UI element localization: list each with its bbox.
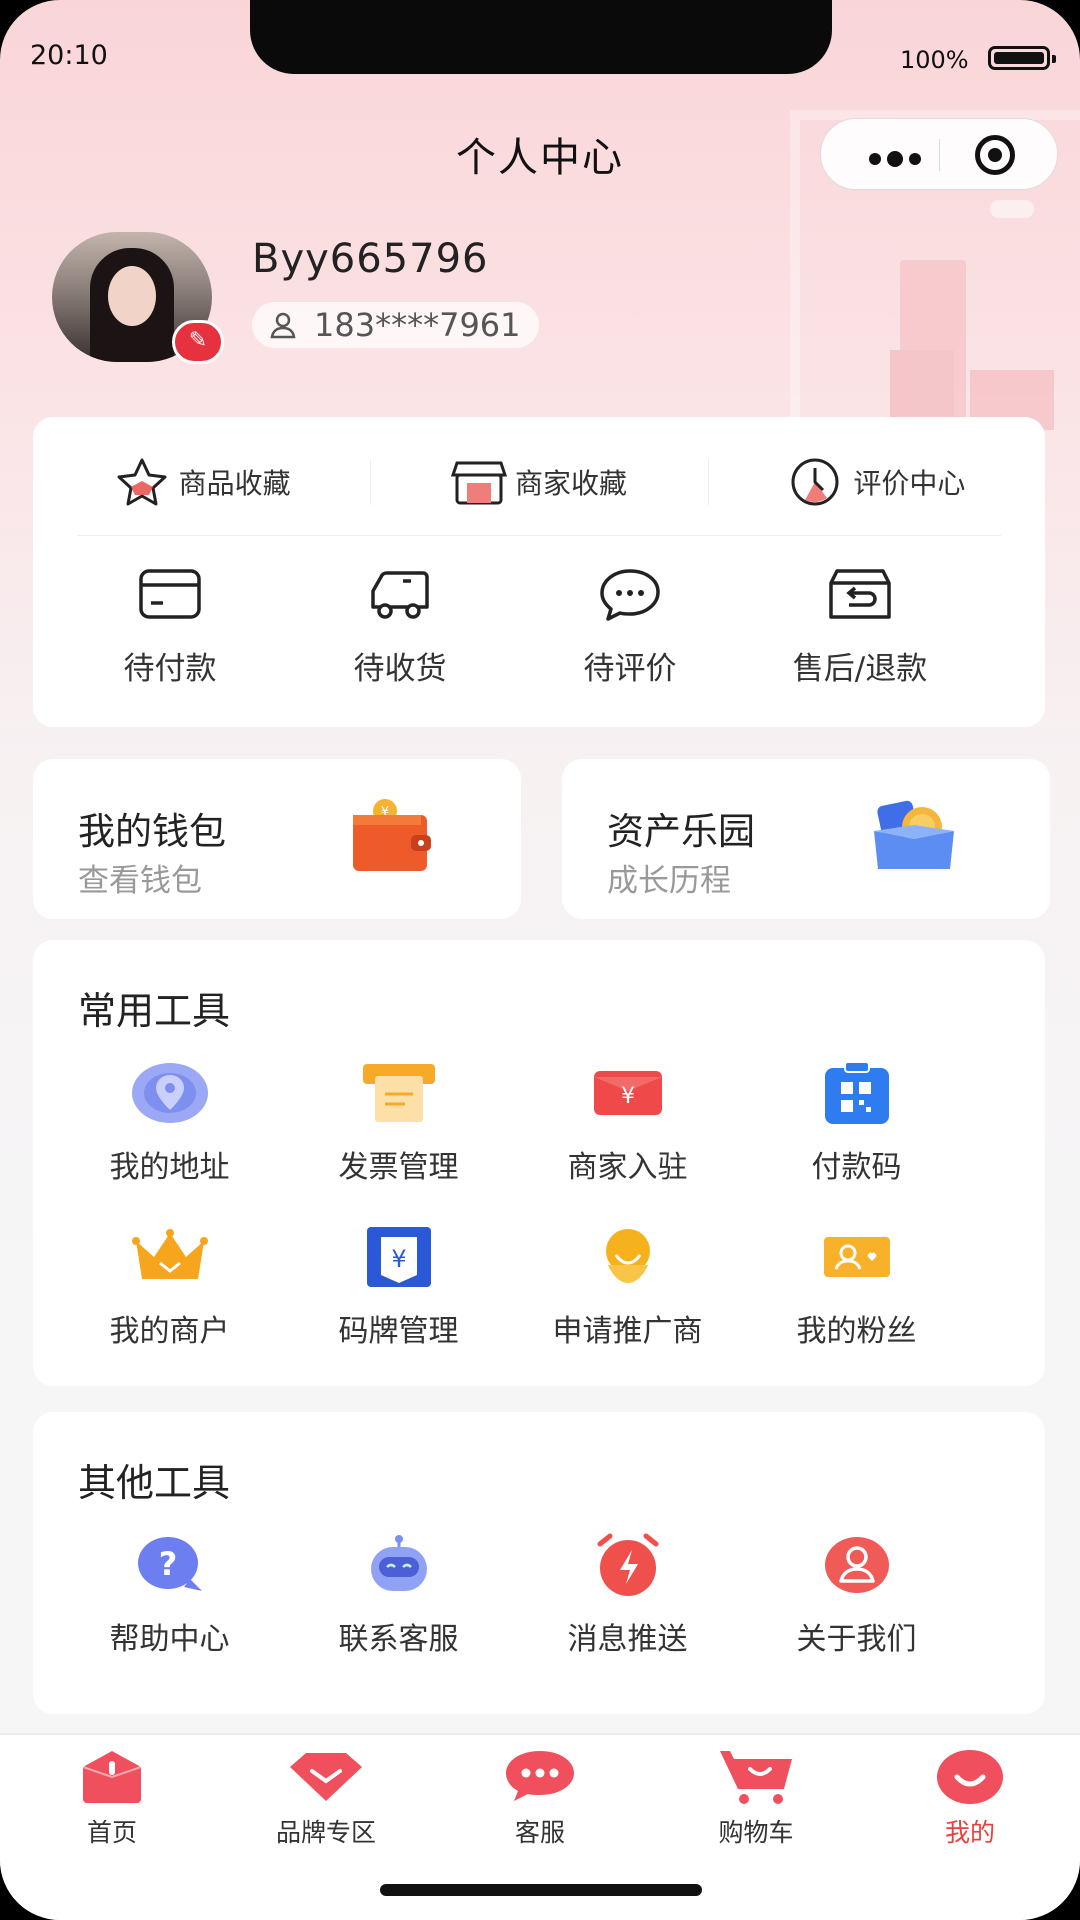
wallet-subtitle: 查看钱包 xyxy=(78,863,202,899)
svg-text:¥: ¥ xyxy=(391,1245,406,1273)
order-pending-receipt[interactable]: 待收货 xyxy=(285,567,515,688)
phone-number: 183****7961 xyxy=(314,306,521,344)
tool-help-center[interactable]: ? 帮助中心 xyxy=(55,1530,284,1658)
tool-about-us[interactable]: 关于我们 xyxy=(742,1530,971,1658)
tab-mine[interactable]: 我的 xyxy=(870,1747,1070,1849)
tool-payment-code[interactable]: 付款码 xyxy=(742,1058,971,1186)
order-after-sales[interactable]: 售后/退款 xyxy=(745,567,975,688)
order-pending-review[interactable]: 待评价 xyxy=(515,567,745,688)
tab-home[interactable]: 首页 xyxy=(12,1747,212,1849)
common-tools-title: 常用工具 xyxy=(78,989,231,1033)
tool-invoice[interactable]: 发票管理 xyxy=(284,1058,513,1186)
tool-code-plate[interactable]: ¥ 码牌管理 xyxy=(284,1222,513,1350)
edit-pencil-icon[interactable]: ✎ xyxy=(172,320,224,364)
qr-code-icon xyxy=(824,1061,889,1124)
promoter-icon xyxy=(605,1229,650,1283)
other-tools-card: 其他工具 ? 帮助中心 联系客服 消息推送 关于我们 xyxy=(33,1412,1045,1714)
location-pin-icon xyxy=(131,1063,208,1123)
store-icon xyxy=(450,461,507,505)
svg-text:¥: ¥ xyxy=(621,1084,635,1109)
home-indicator[interactable] xyxy=(380,1884,702,1896)
tab-cart[interactable]: 购物车 xyxy=(656,1747,856,1849)
wallet-card[interactable]: 我的钱包 查看钱包 ¥ xyxy=(33,759,521,919)
tool-my-merchants[interactable]: 我的商户 xyxy=(55,1222,284,1350)
divider xyxy=(77,535,1001,536)
invoice-icon xyxy=(362,1064,435,1122)
coin-box-icon xyxy=(874,800,954,869)
tab-service[interactable]: 客服 xyxy=(440,1747,640,1849)
order-pending-payment[interactable]: 待付款 xyxy=(55,567,285,688)
cart-icon xyxy=(720,1751,792,1804)
tool-message-push[interactable]: 消息推送 xyxy=(513,1530,742,1658)
tool-contact-service[interactable]: 联系客服 xyxy=(284,1530,513,1658)
username: Byy665796 xyxy=(252,236,489,282)
star-icon xyxy=(117,458,167,506)
fans-card-icon xyxy=(823,1237,890,1277)
tool-merchant-join[interactable]: ¥ 商家入驻 xyxy=(513,1058,742,1186)
diamond-icon xyxy=(290,1753,362,1801)
help-question-icon: ? xyxy=(137,1537,202,1591)
more-dots-icon[interactable] xyxy=(869,149,927,169)
person-circle-icon xyxy=(824,1537,889,1593)
asset-card[interactable]: 资产乐园 成长历程 xyxy=(562,759,1050,919)
battery-percent: 100% xyxy=(900,46,969,74)
tool-my-address[interactable]: 我的地址 xyxy=(55,1058,284,1186)
tool-my-fans[interactable]: 我的粉丝 xyxy=(742,1222,971,1350)
asset-title: 资产乐园 xyxy=(607,810,755,853)
clock-icon xyxy=(791,458,839,506)
wallet-icon: ¥ xyxy=(353,799,431,871)
truck-icon xyxy=(371,571,429,619)
favorite-stores[interactable]: 商家收藏 xyxy=(370,447,707,517)
crown-icon xyxy=(131,1229,208,1279)
card-icon xyxy=(139,569,201,619)
yuan-sign-icon: ¥ xyxy=(366,1227,431,1287)
wallet-title: 我的钱包 xyxy=(78,810,226,853)
smile-icon xyxy=(937,1750,1003,1804)
asset-subtitle: 成长历程 xyxy=(607,863,731,899)
phone-number-pill: 183****7961 xyxy=(252,302,539,348)
chat-icon xyxy=(506,1751,574,1801)
return-box-icon xyxy=(829,569,891,619)
chat-bubble-icon xyxy=(600,569,660,621)
target-circle-icon[interactable] xyxy=(975,135,1015,175)
tool-apply-promoter[interactable]: 申请推广商 xyxy=(513,1222,742,1350)
common-tools-card: 常用工具 我的地址 发票管理 ¥ 商家入驻 付款码 我的商户 ¥ 码牌管理 申请… xyxy=(33,940,1045,1386)
other-tools-title: 其他工具 xyxy=(78,1461,231,1505)
review-center[interactable]: 评价中心 xyxy=(707,447,1045,517)
status-bar: 20:10 100% xyxy=(0,0,1080,110)
home-icon xyxy=(82,1751,142,1803)
alarm-clock-icon xyxy=(597,1533,658,1596)
robot-icon xyxy=(370,1535,427,1591)
favorites-orders-card: 商品收藏 商家收藏 评价中心 待付款 待收货 待评价 售后/退款 xyxy=(33,417,1045,727)
yuan-envelope-icon: ¥ xyxy=(593,1071,662,1115)
user-icon xyxy=(270,312,296,339)
svg-text:?: ? xyxy=(158,1545,177,1583)
favorite-goods[interactable]: 商品收藏 xyxy=(33,447,370,517)
notch xyxy=(250,0,832,74)
status-time: 20:10 xyxy=(30,40,108,71)
mini-program-capsule xyxy=(820,118,1058,190)
phone-screen: 20:10 100% 个人中心 ✎ Byy665796 183****7961 … xyxy=(0,0,1080,1920)
battery-icon xyxy=(988,46,1056,70)
tab-brand-zone[interactable]: 品牌专区 xyxy=(226,1747,426,1849)
